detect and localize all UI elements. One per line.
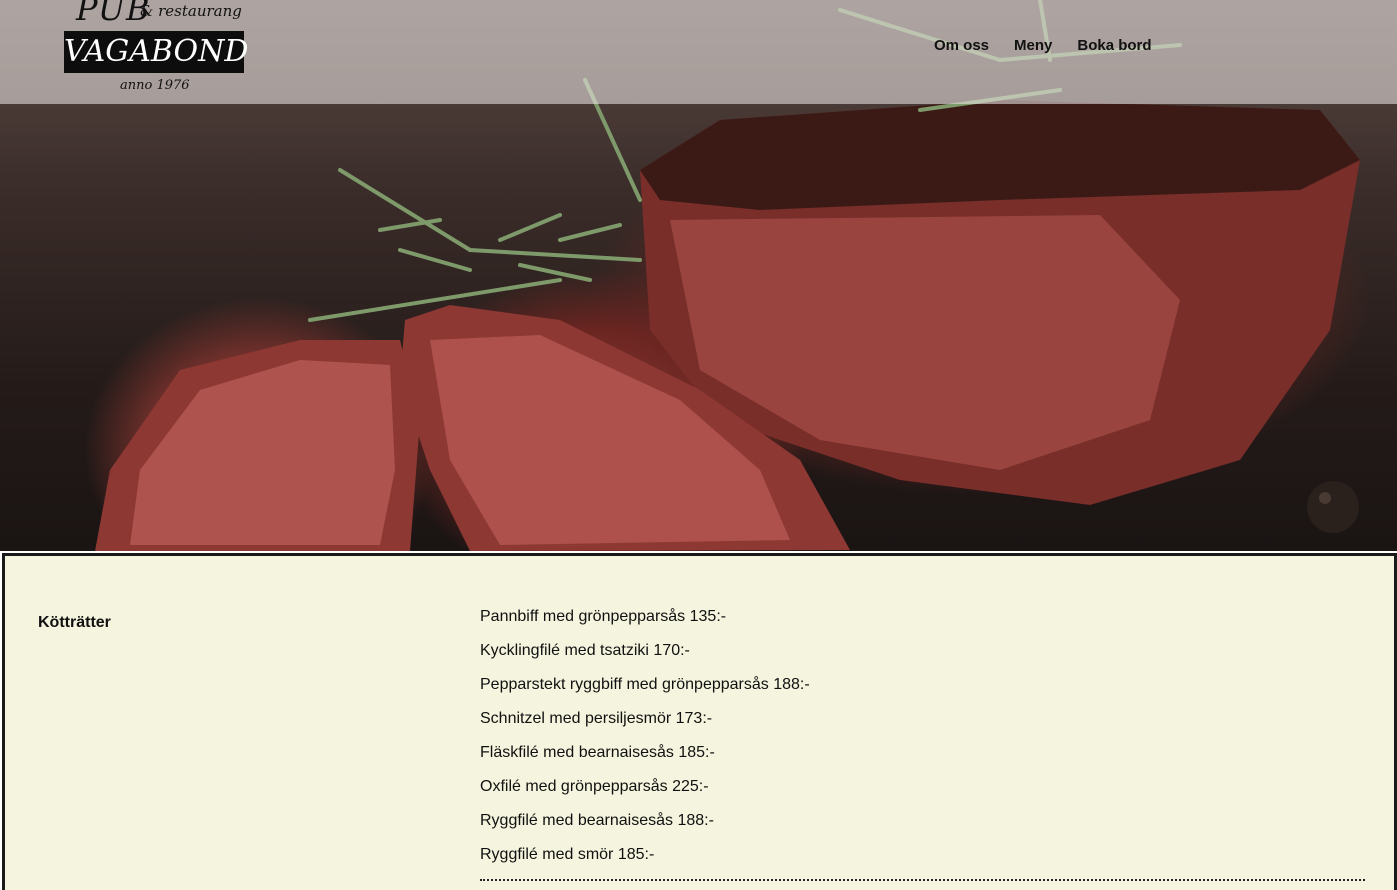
logo-name: VAGABOND	[64, 31, 248, 73]
main-nav: Om oss Meny Boka bord	[934, 37, 1177, 54]
menu-item: Pannbiff med grönpepparsås 135:-	[480, 608, 727, 625]
menu-item: Ryggfilé med bearnaisesås 188:-	[480, 812, 714, 829]
menu-item: Kycklingfilé med tsatziki 170:-	[480, 642, 690, 659]
menu-item: Oxfilé med grönpepparsås 225:-	[480, 778, 709, 795]
nav-link-om-oss[interactable]: Om oss	[934, 37, 989, 54]
logo-restaurang-text: & restaurang	[140, 2, 242, 20]
logo-tagline: anno 1976	[120, 78, 190, 93]
nav-link-meny[interactable]: Meny	[1014, 37, 1052, 54]
menu-item: Ryggfilé med smör 185:-	[480, 846, 655, 863]
menu-items-list: Pannbiff med grönpepparsås 135:- Kycklin…	[480, 607, 1365, 879]
menu-category-title: Kötträtter	[38, 614, 111, 631]
logo[interactable]: PUB & restaurang VAGABOND anno 1976	[62, 0, 248, 100]
nav-link-boka-bord[interactable]: Boka bord	[1077, 37, 1151, 54]
menu-item: Pepparstekt ryggbiff med grönpepparsås 1…	[480, 676, 810, 693]
dotted-divider	[480, 879, 1365, 881]
menu-item: Schnitzel med persiljesmör 173:-	[480, 710, 713, 727]
menu-item: Fläskfilé med bearnaisesås 185:-	[480, 744, 715, 761]
menu-panel: Kötträtter Pannbiff med grönpepparsås 13…	[2, 553, 1397, 890]
site-header: PUB & restaurang VAGABOND anno 1976 Om o…	[0, 0, 1397, 104]
